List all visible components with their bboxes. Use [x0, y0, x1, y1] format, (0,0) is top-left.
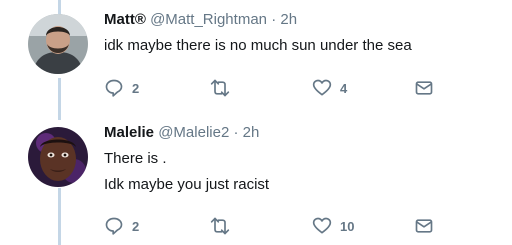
like-count: 4	[340, 80, 348, 96]
display-name[interactable]: Malelie	[104, 124, 154, 141]
dm-button[interactable]	[414, 78, 434, 98]
like-count: 10	[340, 218, 355, 234]
tweet-text-line: idk maybe there is no much sun under the…	[104, 37, 412, 54]
tweet-header: Malelie @Malelie2 · 2h	[104, 124, 259, 141]
tweet-actions: 2 10	[104, 216, 444, 238]
reply-count: 2	[132, 80, 140, 96]
tweet-text-line: Idk maybe you just racist	[104, 176, 270, 193]
reply-icon	[104, 78, 124, 98]
avatar[interactable]	[28, 127, 88, 187]
tweet-text-line: There is .	[104, 150, 167, 167]
heart-icon	[312, 78, 332, 98]
reply-button[interactable]: 2	[104, 216, 139, 236]
tweet-actions: 2 4	[104, 78, 444, 100]
timestamp[interactable]: 2h	[243, 124, 260, 141]
like-button[interactable]: 4	[312, 78, 347, 98]
envelope-icon	[414, 78, 434, 98]
heart-icon	[312, 216, 332, 236]
retweet-button[interactable]	[208, 216, 240, 236]
reply-icon	[104, 216, 124, 236]
separator: ·	[271, 11, 277, 28]
handle[interactable]: @Matt_Rightman	[150, 11, 267, 28]
timestamp[interactable]: 2h	[280, 11, 297, 28]
handle[interactable]: @Malelie2	[158, 124, 229, 141]
reply-count: 2	[132, 218, 140, 234]
tweet[interactable]: Malelie @Malelie2 · 2h There is . Idk ma…	[0, 110, 512, 245]
retweet-icon	[208, 78, 232, 98]
retweet-button[interactable]	[208, 78, 240, 98]
separator: ·	[233, 124, 239, 141]
tweet-header: Matt® @Matt_Rightman · 2h	[104, 11, 297, 28]
reply-button[interactable]: 2	[104, 78, 139, 98]
envelope-icon	[414, 216, 434, 236]
retweet-icon	[208, 216, 232, 236]
like-button[interactable]: 10	[312, 216, 354, 236]
dm-button[interactable]	[414, 216, 434, 236]
avatar[interactable]	[28, 14, 88, 74]
display-name[interactable]: Matt®	[104, 11, 146, 28]
tweet[interactable]: Matt® @Matt_Rightman · 2h idk maybe ther…	[0, 0, 512, 110]
